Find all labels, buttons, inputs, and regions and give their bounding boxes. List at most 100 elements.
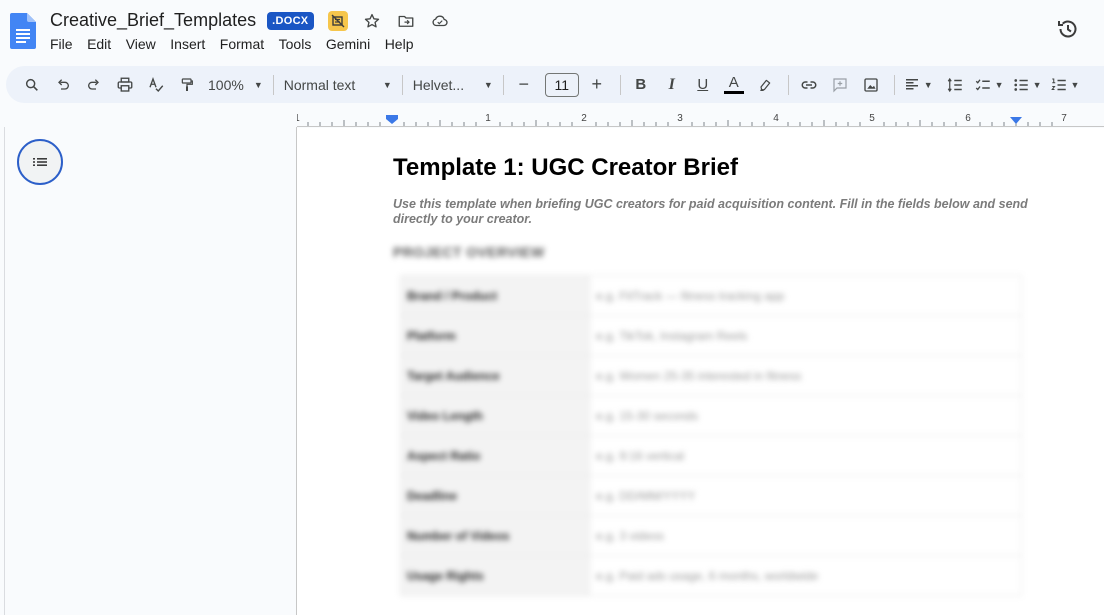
insert-link-icon[interactable] — [795, 71, 823, 99]
menu-help[interactable]: Help — [385, 36, 414, 52]
show-outline-button[interactable] — [17, 139, 63, 185]
document-title[interactable]: Creative_Brief_Templates — [50, 10, 256, 31]
font-family-value: Helvet... — [412, 76, 465, 93]
table-row: Video Length e.g. 15-30 seconds — [400, 395, 1022, 436]
text-color-button[interactable]: A — [720, 71, 748, 99]
numbered-list-icon — [1050, 77, 1066, 90]
document-heading: Template 1: UGC Creator Brief — [393, 154, 738, 181]
zoom-value: 100% — [208, 76, 244, 93]
row-label: Target Audience — [400, 355, 590, 396]
ruler-mark: 1 — [297, 113, 300, 124]
table-row: Platform e.g. TikTok, Instagram Reels — [400, 315, 1022, 356]
chevron-down-icon: ▼ — [253, 79, 263, 90]
row-label: Video Length — [400, 395, 590, 436]
checklist-icon — [975, 78, 990, 91]
checklist-select[interactable]: ▼ — [972, 71, 1006, 99]
row-value[interactable]: e.g. TikTok, Instagram Reels — [589, 315, 1022, 356]
row-value[interactable]: e.g. 9:16 vertical — [589, 435, 1022, 476]
table-row: Aspect Ratio e.g. 9:16 vertical — [400, 435, 1022, 476]
right-indent-marker[interactable] — [1010, 117, 1022, 124]
project-overview-table: Brand / Product e.g. FitTrack — fitness t… — [400, 275, 1022, 596]
search-menus-icon[interactable] — [18, 71, 46, 99]
menu-view[interactable]: View — [126, 36, 156, 52]
chevron-down-icon: ▼ — [923, 79, 933, 90]
ruler-scale: 1 1 2 3 4 5 6 7 — [294, 113, 1067, 126]
outline-list-icon — [33, 158, 47, 166]
toolbar-divider — [401, 74, 403, 95]
version-history-icon[interactable] — [1056, 17, 1080, 41]
offline-unavailable-icon[interactable] — [328, 10, 349, 31]
redo-icon[interactable] — [80, 71, 108, 99]
ruler-mark: 2 — [581, 113, 587, 124]
font-size-input[interactable]: 11 — [544, 72, 579, 97]
menu-gemini[interactable]: Gemini — [326, 36, 370, 52]
horizontal-ruler[interactable]: 1 1 2 3 4 5 6 7 — [294, 110, 1104, 127]
row-value[interactable]: e.g. DD/MM/YYYY — [589, 475, 1022, 516]
table-row: Brand / Product e.g. FitTrack — fitness t… — [400, 275, 1022, 316]
chevron-down-icon: ▼ — [994, 79, 1004, 90]
paragraph-style-value: Normal text — [283, 76, 356, 93]
menu-format[interactable]: Format — [220, 36, 264, 52]
row-label: Aspect Ratio — [400, 435, 590, 476]
insert-image-icon[interactable] — [857, 71, 885, 99]
row-value[interactable]: e.g. 3 videos — [589, 515, 1022, 556]
bulleted-list-icon — [1013, 78, 1028, 91]
print-icon[interactable] — [111, 71, 139, 99]
decrease-font-size-button[interactable]: − — [510, 71, 538, 99]
menu-edit[interactable]: Edit — [87, 36, 111, 52]
zoom-select[interactable]: 100% ▼ — [204, 71, 267, 99]
spelling-check-icon[interactable] — [142, 71, 170, 99]
left-indent-marker[interactable] — [386, 115, 398, 124]
bold-button[interactable]: B — [627, 71, 655, 99]
toolbar-divider — [619, 74, 621, 95]
menu-insert[interactable]: Insert — [170, 36, 205, 52]
chevron-down-icon: ▼ — [483, 79, 493, 90]
table-row: Target Audience e.g. Women 25-35 interest… — [400, 355, 1022, 396]
docs-logo-icon[interactable] — [10, 13, 36, 49]
table-row: Usage Rights e.g. Paid ads usage, 6 month… — [400, 555, 1022, 596]
menu-tools[interactable]: Tools — [279, 36, 312, 52]
table-row: Deadline e.g. DD/MM/YYYY — [400, 475, 1022, 516]
bulleted-list-select[interactable]: ▼ — [1010, 71, 1044, 99]
file-format-badge: .DOCX — [267, 11, 315, 30]
align-left-icon — [905, 78, 918, 89]
ruler-mark: 7 — [1061, 113, 1067, 124]
increase-font-size-button[interactable]: + — [583, 71, 611, 99]
row-label: Deadline — [400, 475, 590, 516]
title-bar: Creative_Brief_Templates .DOCX File Edit… — [0, 0, 1104, 62]
chevron-down-icon: ▼ — [382, 79, 392, 90]
row-label: Brand / Product — [400, 275, 590, 316]
menu-file[interactable]: File — [50, 36, 73, 52]
paint-format-icon[interactable] — [173, 71, 201, 99]
move-to-folder-icon[interactable] — [396, 11, 416, 31]
paragraph-style-select[interactable]: Normal text ▼ — [280, 71, 396, 99]
ruler-mark: 6 — [965, 113, 971, 124]
italic-button[interactable]: I — [658, 71, 686, 99]
chevron-down-icon: ▼ — [1070, 79, 1080, 90]
toolbar-divider — [502, 74, 504, 95]
toolbar-divider — [272, 74, 274, 95]
row-value[interactable]: e.g. FitTrack — fitness tracking app — [589, 275, 1022, 316]
line-spacing-icon[interactable] — [941, 71, 969, 99]
ruler-mark: 3 — [677, 113, 683, 124]
toolbar-divider — [893, 74, 895, 95]
document-outline-panel — [4, 127, 297, 615]
text-color-swatch — [723, 90, 744, 94]
row-label: Platform — [400, 315, 590, 356]
numbered-list-select[interactable]: ▼ — [1048, 71, 1082, 99]
highlight-color-icon[interactable] — [751, 71, 779, 99]
font-family-select[interactable]: Helvet... ▼ — [409, 71, 497, 99]
toolbar-divider — [787, 74, 789, 95]
cloud-status-icon[interactable] — [430, 11, 450, 31]
row-value[interactable]: e.g. 15-30 seconds — [589, 395, 1022, 436]
ruler-mark: 1 — [485, 113, 491, 124]
row-value[interactable]: e.g. Women 25-35 interested in fitness — [589, 355, 1022, 396]
add-comment-icon[interactable] — [826, 71, 854, 99]
row-value[interactable]: e.g. Paid ads usage, 6 months, worldwide — [589, 555, 1022, 596]
star-icon[interactable] — [362, 11, 382, 31]
align-select[interactable]: ▼ — [901, 71, 935, 99]
undo-icon[interactable] — [49, 71, 77, 99]
document-intro-text: Use this template when briefing UGC crea… — [393, 197, 1028, 226]
underline-button[interactable]: U — [689, 71, 717, 99]
document-page[interactable]: Template 1: UGC Creator Brief Use this t… — [297, 128, 1104, 615]
